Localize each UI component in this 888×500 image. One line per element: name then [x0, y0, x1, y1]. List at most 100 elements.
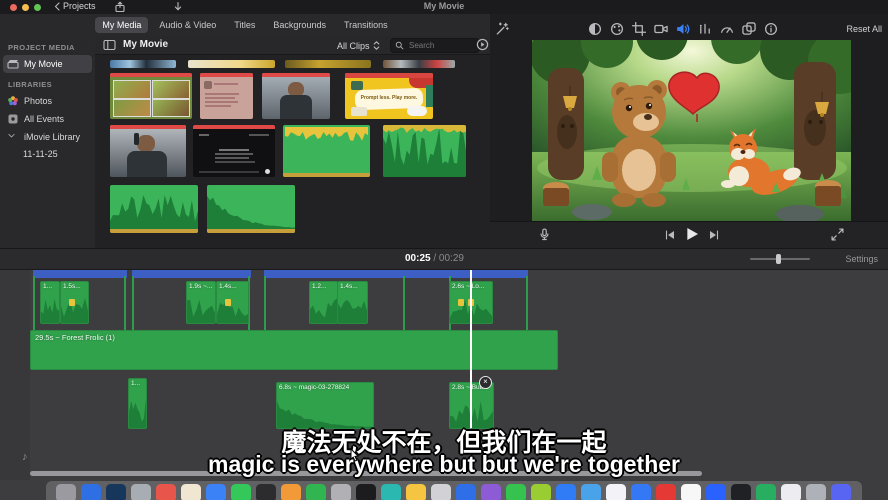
dock-app-icon[interactable] [606, 484, 626, 500]
dock-app-icon[interactable] [531, 484, 551, 500]
speed-icon[interactable] [720, 22, 734, 36]
timeline-clip[interactable]: 1... [40, 281, 60, 324]
preview-frame [532, 40, 851, 222]
dock-app-icon[interactable] [806, 484, 826, 500]
sidebar-item-11-11-25[interactable]: 11-11-25 [3, 146, 92, 162]
timeline-clip[interactable]: 1.9s ~... [186, 281, 216, 324]
sidebar-item-label: 11-11-25 [23, 149, 58, 159]
media-filmstrip[interactable] [383, 60, 455, 68]
fullscreen-icon[interactable] [831, 228, 844, 241]
previous-frame-button[interactable] [664, 229, 676, 241]
dock-app-icon[interactable] [81, 484, 101, 500]
dock-app-icon[interactable] [281, 484, 301, 500]
dock-app-icon[interactable] [156, 484, 176, 500]
dock-app-icon[interactable] [256, 484, 276, 500]
noise-reduction-icon[interactable] [698, 22, 712, 36]
dock-app-icon[interactable] [431, 484, 451, 500]
media-thumbnail-audio-yellow[interactable] [283, 125, 370, 177]
media-thumbnail-bear-collage[interactable] [110, 73, 192, 119]
dock-app-icon[interactable] [231, 484, 251, 500]
volume-icon[interactable] [676, 22, 690, 36]
dock-app-icon[interactable] [456, 484, 476, 500]
dock-app-icon[interactable] [306, 484, 326, 500]
dock-app-icon[interactable] [381, 484, 401, 500]
next-frame-button[interactable] [708, 229, 720, 241]
clip-filter-dropdown[interactable]: All Clips [337, 40, 380, 51]
dock-app-icon[interactable] [406, 484, 426, 500]
tab-backgrounds[interactable]: Backgrounds [266, 17, 333, 33]
dock-app-icon[interactable] [331, 484, 351, 500]
dock-app-icon[interactable] [181, 484, 201, 500]
dock-app-icon[interactable] [556, 484, 576, 500]
dock-app-icon[interactable] [506, 484, 526, 500]
media-filmstrip[interactable] [110, 60, 176, 68]
media-filmstrip[interactable] [188, 60, 275, 68]
dock-app-icon[interactable] [731, 484, 751, 500]
library-items: PhotosAll EventsiMovie Library 11-11-25 [0, 92, 95, 162]
dock-app-icon[interactable] [656, 484, 676, 500]
enhance-wand-icon[interactable] [495, 22, 509, 36]
color-balance-icon[interactable] [588, 22, 602, 36]
dock-app-icon[interactable] [106, 484, 126, 500]
sidebar-item-imovie-library[interactable]: iMovie Library [3, 128, 92, 146]
color-correction-icon[interactable] [610, 22, 624, 36]
media-thumbnail-person[interactable] [262, 73, 330, 119]
media-thumbnail-slide[interactable]: Prompt less. Play more. [345, 73, 433, 119]
sidebar-item-all-events[interactable]: All Events [3, 110, 92, 128]
media-filmstrip[interactable] [285, 60, 371, 68]
timeline-settings-button[interactable]: Settings [845, 254, 878, 264]
media-thumbnail-person-headphones[interactable] [110, 125, 186, 177]
timeline-clip[interactable]: 1... [128, 378, 147, 429]
timeline-clip[interactable]: 1.2... [309, 281, 338, 324]
stabilization-icon[interactable] [654, 22, 668, 36]
timeline-toolbar: 00:25 / 00:29 Settings [0, 248, 888, 270]
sidebar-item-my-movie[interactable]: My Movie [3, 55, 92, 73]
dock-app-icon[interactable] [681, 484, 701, 500]
dock-app-icon[interactable] [131, 484, 151, 500]
media-thumbnail-document[interactable] [200, 73, 253, 119]
events-icon [7, 113, 19, 125]
dock-app-icon[interactable] [481, 484, 501, 500]
timeline-clip[interactable]: 1.4s... [337, 281, 368, 324]
dock-app-icon[interactable] [831, 484, 851, 500]
info-icon[interactable] [764, 22, 778, 36]
zoom-slider-handle[interactable] [776, 254, 781, 264]
dock-app-icon[interactable] [356, 484, 376, 500]
chevron-down-icon [7, 131, 19, 143]
media-thumbnail-audio-spikes[interactable] [383, 125, 466, 177]
sidebar-item-photos[interactable]: Photos [3, 92, 92, 110]
clip-label: 1.9s ~... [189, 283, 212, 290]
dock-app-icon[interactable] [756, 484, 776, 500]
dock-app-icon[interactable] [206, 484, 226, 500]
search-input[interactable] [407, 40, 471, 51]
timeline-zoom-slider[interactable] [750, 258, 810, 260]
sidebar-toggle-icon[interactable] [103, 39, 116, 51]
tab-my-media[interactable]: My Media [95, 17, 148, 33]
tab-transitions[interactable]: Transitions [337, 17, 395, 33]
music-clip[interactable]: 29.5s ~ Forest Frolic (1) [30, 330, 558, 370]
media-thumbnail-audio-decay[interactable] [207, 185, 295, 233]
dock-app-icon[interactable] [56, 484, 76, 500]
media-thumbnail-audio-wave[interactable] [110, 185, 198, 233]
remove-clip-badge[interactable]: × [479, 376, 492, 389]
timecode-display: 00:25 / 00:29 [405, 253, 464, 264]
tab-audio-video[interactable]: Audio & Video [152, 17, 223, 33]
media-thumbnail-screen-recording[interactable] [193, 125, 275, 177]
dock-app-icon[interactable] [581, 484, 601, 500]
dock-app-icon[interactable] [706, 484, 726, 500]
crop-icon[interactable] [632, 22, 646, 36]
dock-app-icon[interactable] [781, 484, 801, 500]
search-field[interactable] [390, 38, 480, 53]
timeline-clip[interactable]: 1.4s... [216, 281, 249, 324]
clip-label: 1... [131, 380, 140, 387]
timeline-clip[interactable]: 1.5s... [60, 281, 89, 324]
effects-icon[interactable] [742, 22, 756, 36]
timeline-clip[interactable]: 2.8s ~ Bub... [449, 382, 494, 429]
tab-titles[interactable]: Titles [227, 17, 262, 33]
open-clip-icon[interactable] [476, 38, 489, 51]
timeline-clip[interactable]: 6.8s ~ magic-03-278824 [276, 382, 374, 429]
play-button[interactable] [684, 226, 700, 247]
voiceover-mic-icon[interactable] [538, 228, 551, 242]
reset-all-button[interactable]: Reset All [846, 24, 882, 34]
dock-app-icon[interactable] [631, 484, 651, 500]
